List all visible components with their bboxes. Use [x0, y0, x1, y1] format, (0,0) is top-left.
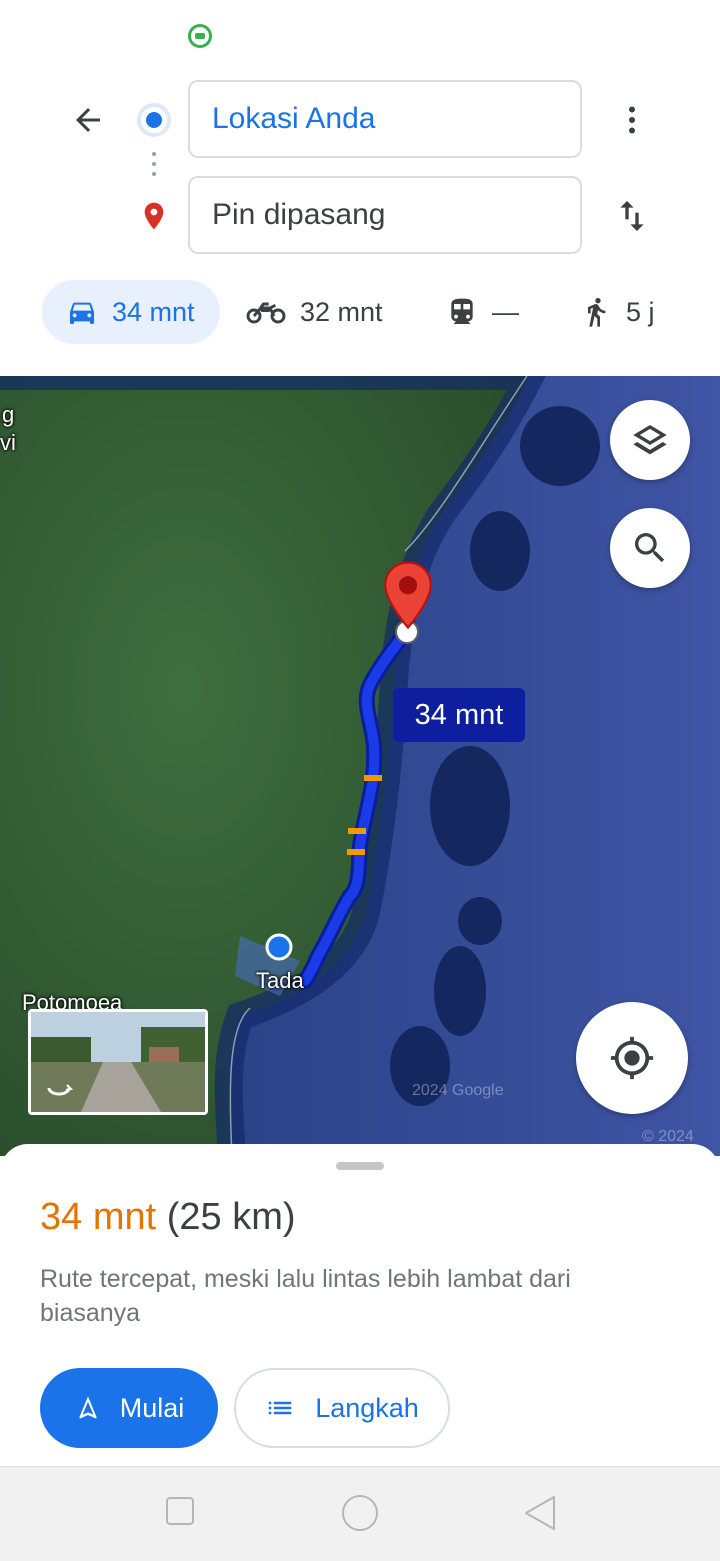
sheet-drag-handle[interactable]	[336, 1162, 384, 1170]
start-navigation-button[interactable]: Mulai	[40, 1368, 218, 1448]
mode-motorcycle-tab[interactable]: 32 mnt	[246, 280, 383, 344]
my-location-icon	[610, 1036, 654, 1080]
traffic-segment	[347, 849, 365, 855]
more-options-button[interactable]	[608, 96, 656, 144]
walk-icon	[588, 298, 606, 327]
route-duration-distance: 34 mnt (25 km)	[40, 1196, 296, 1239]
place-label-partial: g	[2, 402, 15, 427]
street-view-image	[31, 1012, 205, 1112]
destination-pin-icon	[138, 198, 170, 234]
mode-car-tab[interactable]: 34 mnt	[42, 280, 220, 344]
system-nav-bar	[0, 1466, 720, 1561]
motorcycle-icon	[246, 302, 286, 324]
mode-transit-time: —	[492, 296, 519, 327]
recents-button[interactable]	[166, 1497, 194, 1525]
navigation-arrow-icon	[78, 1396, 97, 1419]
my-location-button[interactable]	[576, 1002, 688, 1114]
arrow-back-icon	[76, 108, 100, 132]
mode-motorcycle-time: 32 mnt	[300, 296, 383, 327]
route-eta-label[interactable]: 34 mnt	[393, 688, 525, 742]
place-label-tada: Tada	[256, 968, 304, 993]
steps-label: Langkah	[315, 1392, 419, 1423]
list-icon	[268, 1401, 292, 1415]
start-label: Mulai	[119, 1392, 185, 1423]
route-duration: 34 mnt	[40, 1196, 157, 1238]
destination-field[interactable]: Pin dipasang	[188, 176, 582, 254]
place-label-partial: vi	[0, 430, 16, 455]
triangle-back-icon	[525, 1496, 555, 1530]
mode-walk-tab[interactable]: 5 j	[580, 280, 655, 344]
origin-dot-icon	[137, 103, 171, 137]
route-description: Rute tercepat, meski lalu lintas lebih l…	[40, 1265, 571, 1327]
back-button[interactable]	[60, 92, 116, 148]
steps-button[interactable]: Langkah	[234, 1368, 450, 1448]
mode-transit-tab[interactable]: —	[446, 280, 519, 344]
car-icon	[70, 302, 94, 324]
line-app-notification-icon	[188, 24, 212, 48]
layers-button[interactable]	[610, 400, 690, 480]
more-vert-icon	[629, 106, 635, 134]
destination-marker-icon[interactable]	[382, 560, 434, 630]
search-icon	[635, 533, 665, 563]
mode-car-time: 34 mnt	[112, 296, 195, 327]
train-icon	[451, 298, 473, 324]
mode-walk-time: 5 j	[626, 296, 655, 327]
route-summary-sheet[interactable]: 34 mnt (25 km) Rute tercepat, meski lalu…	[0, 1144, 720, 1466]
map-watermark: 2024 Google	[412, 1082, 504, 1099]
swap-button[interactable]	[606, 190, 658, 242]
system-back-button[interactable]	[522, 1493, 558, 1533]
route-connector	[151, 152, 157, 184]
map-view[interactable]: 34 mnt Tada Potomoea g vi 2024 Google © …	[0, 376, 720, 1156]
origin-location-marker	[265, 933, 293, 961]
traffic-segment	[348, 828, 366, 834]
home-button[interactable]	[342, 1495, 378, 1531]
layers-icon	[633, 425, 667, 455]
route-distance: (25 km)	[166, 1196, 296, 1238]
search-along-route-button[interactable]	[610, 508, 690, 588]
swap-vert-icon	[620, 201, 644, 231]
origin-field[interactable]: Lokasi Anda	[188, 80, 582, 158]
street-view-thumbnail[interactable]	[28, 1009, 208, 1115]
traffic-segment	[364, 775, 382, 781]
